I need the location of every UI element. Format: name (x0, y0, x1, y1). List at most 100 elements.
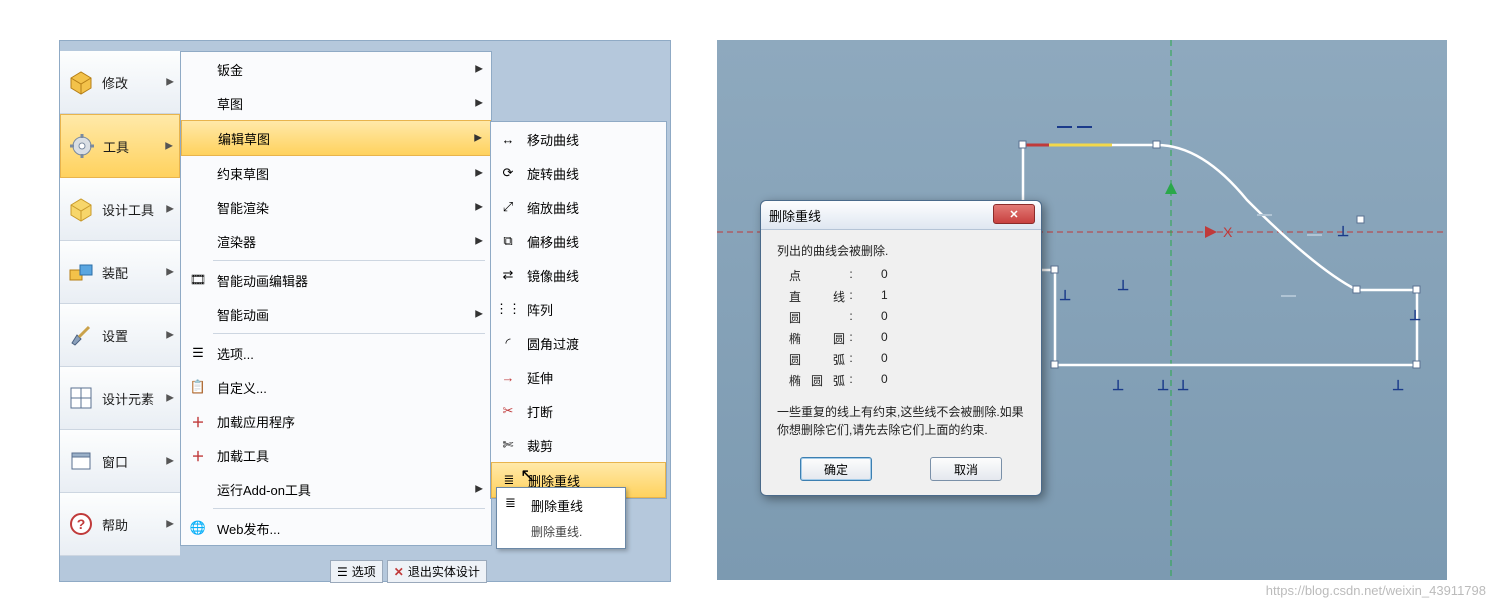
svg-text:?: ? (77, 516, 86, 532)
chevron-right-icon: ▶ (475, 236, 483, 247)
options-icon: ☰ (189, 344, 207, 362)
help-icon: ? (66, 509, 96, 539)
sm2-rotate[interactable]: ⟳旋转曲线 (491, 156, 666, 190)
mirror-icon: ⇄ (499, 266, 517, 284)
row-arc: 圆弧:0 (777, 351, 1025, 368)
main-menu-window[interactable]: 窗口▶ (60, 430, 180, 493)
value: 0 (881, 372, 888, 389)
sm2-scale[interactable]: ⤢ 缩放曲线 (491, 190, 666, 224)
close-icon: ✕ (394, 565, 404, 579)
label: 帮助 (102, 515, 128, 534)
label: 旋转曲线 (527, 164, 579, 183)
sm2-pattern[interactable]: ⋮⋮阵列 (491, 292, 666, 326)
label: 移动曲线 (527, 130, 579, 149)
move-icon: ↔ (499, 130, 517, 148)
submenu-edit-sketch: ↔ 移动曲线 ⟳旋转曲线 ⤢ 缩放曲线 ⧉偏移曲线 ⇄ 镜像曲线 ⋮⋮阵列 ◜圆角过渡… (490, 121, 667, 499)
chevron-right-icon: ▶ (166, 393, 174, 404)
scale-icon: ⤢ (499, 198, 517, 216)
label: 选项... (217, 344, 254, 363)
chevron-right-icon: ▶ (475, 202, 483, 213)
label: 装配 (102, 263, 128, 282)
options-icon: ☰ (337, 565, 348, 579)
sm2-break[interactable]: ✂打断 (491, 394, 666, 428)
label: 圆 (789, 309, 845, 326)
value: 1 (881, 288, 888, 305)
sm1-sheetmetal[interactable]: 钣金▶ (181, 52, 491, 86)
svg-text:⊥: ⊥ (1177, 377, 1189, 393)
main-menu-tools[interactable]: 工具▶ (60, 114, 180, 178)
label: 选项 (352, 563, 376, 580)
label: 运行Add-on工具 (217, 480, 311, 499)
chevron-right-icon: ▶ (166, 267, 174, 278)
separator (213, 333, 485, 334)
label: 修改 (102, 73, 128, 92)
exit-button[interactable]: ✕退出实体设计 (387, 560, 487, 583)
offset-icon: ⧉ (499, 232, 517, 250)
window-icon (66, 446, 96, 476)
svg-text:⊥: ⊥ (1157, 377, 1169, 393)
main-menu: 修改▶ 工具▶ 设计工具▶ 装配▶ 设置▶ 设计元素▶ 窗口▶ ? 帮助▶ (60, 51, 180, 556)
label: 阵列 (527, 300, 553, 319)
sm1-constrain-sketch[interactable]: 约束草图▶ (181, 156, 491, 190)
label: 裁剪 (527, 436, 553, 455)
close-icon: ✕ (1009, 208, 1018, 221)
sm2-move[interactable]: ↔ 移动曲线 (491, 122, 666, 156)
sm1-options[interactable]: ☰ 选项... (181, 336, 491, 370)
label: 椭圆 (789, 330, 845, 347)
customize-icon: 📋 (189, 378, 207, 396)
assembly-icon (66, 257, 96, 287)
sm2-fillet[interactable]: ◜圆角过渡 (491, 326, 666, 360)
delete-dup-icon: ≣ (505, 495, 516, 511)
value: 0 (881, 351, 888, 368)
dialog-title-bar[interactable]: 删除重线 ✕ (761, 201, 1041, 230)
sm2-offset[interactable]: ⧉偏移曲线 (491, 224, 666, 258)
chevron-right-icon: ▶ (475, 98, 483, 109)
cancel-button[interactable]: 取消 (930, 457, 1002, 481)
close-button[interactable]: ✕ (993, 204, 1035, 224)
chevron-right-icon: ▶ (166, 204, 174, 215)
label: 打断 (527, 402, 553, 421)
label: 加载工具 (217, 446, 269, 465)
main-menu-modify[interactable]: 修改▶ (60, 51, 180, 114)
sm1-smart-render[interactable]: 智能渲染▶ (181, 190, 491, 224)
main-menu-settings[interactable]: 设置▶ (60, 304, 180, 367)
sm1-anim-editor[interactable]: 🎞智能动画编辑器 (181, 263, 491, 297)
chevron-right-icon: ▶ (475, 64, 483, 75)
sm2-extend[interactable]: →延伸 (491, 360, 666, 394)
film-icon: 🎞 (189, 271, 207, 289)
sm2-trim[interactable]: ✄裁剪 (491, 428, 666, 462)
main-menu-help[interactable]: ? 帮助▶ (60, 493, 180, 556)
main-menu-design-tools[interactable]: 设计工具▶ (60, 178, 180, 241)
options-button[interactable]: ☰ 选项 (330, 560, 383, 583)
dialog-note: 一些重复的线上有约束,这些线不会被删除.如果你想删除它们,请先去除它们上面的约束… (777, 403, 1025, 439)
label: 圆弧 (789, 351, 845, 368)
sm1-edit-sketch[interactable]: 编辑草图▶ (181, 120, 491, 156)
dialog-heading: 列出的曲线会被删除. (777, 242, 1025, 259)
dialog-title: 删除重线 (769, 206, 821, 225)
main-menu-design-element[interactable]: 设计元素▶ (60, 367, 180, 430)
label: 约束草图 (217, 164, 269, 183)
sm1-renderer[interactable]: 渲染器▶ (181, 224, 491, 258)
chevron-right-icon: ▶ (474, 133, 482, 144)
plus-gear-icon: ＋ (189, 446, 207, 464)
label: 镜像曲线 (527, 266, 579, 285)
sm1-web-publish[interactable]: 🌐Web发布... (181, 511, 491, 545)
main-menu-assembly[interactable]: 装配 ▶ (60, 241, 180, 304)
axis-x-label: X (1223, 224, 1233, 240)
sm1-run-addon[interactable]: 运行Add-on工具▶ (181, 472, 491, 506)
label: 缩放曲线 (527, 198, 579, 217)
sm1-load-app[interactable]: ＋加载应用程序 (181, 404, 491, 438)
cube-yellow-icon (66, 194, 96, 224)
sm1-sketch[interactable]: 草图▶ (181, 86, 491, 120)
sm1-customize[interactable]: 📋自定义... (181, 370, 491, 404)
chevron-right-icon: ▶ (166, 456, 174, 467)
svg-text:⊥: ⊥ (1337, 223, 1349, 239)
sm1-anim[interactable]: 智能动画▶ (181, 297, 491, 331)
chevron-right-icon: ▶ (165, 141, 173, 152)
svg-text:⊥: ⊥ (1059, 287, 1071, 303)
value: 0 (881, 330, 888, 347)
sm2-mirror[interactable]: ⇄ 镜像曲线 (491, 258, 666, 292)
globe-icon: 🌐 (189, 519, 207, 537)
sm1-load-tool[interactable]: ＋ 加载工具 (181, 438, 491, 472)
ok-button[interactable]: 确定 (800, 457, 872, 481)
